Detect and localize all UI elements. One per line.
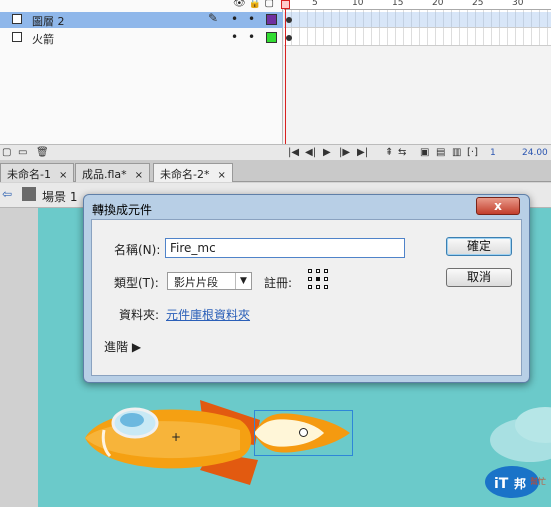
visibility-dot[interactable]: • [231, 12, 238, 26]
reg-point[interactable] [324, 285, 328, 289]
registration-label: 註冊: [264, 276, 293, 290]
dialog-title: 轉換成元件 [92, 203, 153, 217]
type-select[interactable]: 影片片段 ▼ [167, 272, 252, 290]
frame-row[interactable] [284, 12, 551, 28]
ruler-mark: 5 [312, 0, 318, 8]
document-tab-bar: 未命名-1 × 成品.fla* × 未命名-2* × [0, 160, 551, 182]
svg-text:邦: 邦 [514, 476, 526, 491]
keyframe[interactable] [286, 17, 292, 23]
reg-point[interactable] [308, 269, 312, 273]
svg-text:幫忙: 幫忙 [530, 476, 546, 486]
reg-point[interactable] [324, 277, 328, 281]
dialog-body: 名稱(N): 類型(T): 影片片段 ▼ 註冊: 資料夾: 元件庫根資料夾 進階… [91, 219, 522, 376]
lock-dot[interactable]: • [248, 12, 255, 26]
folder-link[interactable]: 元件庫根資料夾 [166, 306, 250, 323]
pencil-icon: ✎ [208, 11, 219, 25]
triangle-right-icon: ▶ [131, 340, 142, 354]
layer-color-swatch[interactable] [266, 32, 277, 43]
frame-grid[interactable] [284, 10, 551, 46]
transform-point-icon: + [171, 430, 182, 444]
tab-final-fla[interactable]: 成品.fla* × [75, 163, 151, 182]
reg-point[interactable] [316, 285, 320, 289]
name-label: 名稱(N): [114, 243, 161, 257]
close-button[interactable]: x [476, 197, 520, 215]
ruler-mark: 10 [352, 0, 364, 8]
chevron-down-icon[interactable]: ▼ [235, 273, 251, 289]
scene-label[interactable]: 場景 1 [42, 188, 77, 205]
frame-row[interactable] [284, 30, 551, 46]
reg-point[interactable] [308, 277, 312, 281]
reg-point[interactable] [324, 269, 328, 273]
timeline-panel: 👁 🔒 ▢ 圖層 2 ✎ • • 火箭 • • 5 10 15 20 25 30 [0, 0, 551, 160]
timeline-footer: ▢ ▭ 🗑 |◀ ◀| ▶ |▶ ▶| ⇞ ⇆ ▣ ▤ ▥ [·] 1 24.0… [0, 144, 551, 160]
layer-color-swatch[interactable] [266, 14, 277, 25]
ruler-mark: 15 [392, 0, 404, 8]
playhead-line [285, 0, 286, 160]
visibility-dot[interactable]: • [231, 30, 238, 44]
layer-icon [12, 32, 22, 42]
tab-label: 未命名-1 [7, 168, 51, 181]
onion-skin-icon[interactable]: ▣ [420, 147, 429, 158]
scene-icon [22, 187, 36, 201]
layer-icon [12, 14, 22, 24]
layer-name: 圖層 2 [32, 15, 65, 28]
watermark-logo: iT 邦 幫忙 [484, 464, 546, 500]
reg-point-selected[interactable] [316, 277, 320, 281]
ruler-mark: 25 [472, 0, 484, 8]
trash-icon[interactable]: 🗑 [36, 147, 49, 158]
tab-untitled-1[interactable]: 未命名-1 × [0, 163, 75, 182]
playhead-handle[interactable] [281, 0, 290, 9]
ok-button[interactable]: 確定 [446, 237, 512, 256]
last-frame-icon[interactable]: ▶| [357, 147, 368, 158]
cancel-button[interactable]: 取消 [446, 268, 512, 287]
edit-frames-icon[interactable]: ▥ [452, 147, 461, 158]
convert-to-symbol-dialog: 轉換成元件 x 名稱(N): 類型(T): 影片片段 ▼ 註冊: 資料夾: 元件… [83, 194, 530, 383]
first-frame-icon[interactable]: |◀ [288, 147, 299, 158]
loop-icon[interactable]: ⇆ [398, 147, 406, 158]
svg-text:iT: iT [494, 476, 509, 492]
reg-point[interactable] [308, 285, 312, 289]
pasteboard [0, 208, 38, 507]
rocket-graphic[interactable] [80, 390, 260, 490]
close-icon[interactable]: × [135, 170, 143, 181]
type-select-value: 影片片段 [174, 276, 218, 289]
next-frame-icon[interactable]: |▶ [339, 147, 350, 158]
keyframe[interactable] [286, 35, 292, 41]
tab-label: 未命名-2* [160, 168, 210, 181]
close-icon[interactable]: × [217, 170, 225, 181]
reg-point[interactable] [316, 269, 320, 273]
layer-row-2[interactable]: 火箭 • • [0, 30, 283, 46]
center-frame-icon[interactable]: ⇞ [385, 147, 393, 158]
current-frame: 1 [490, 148, 496, 158]
back-arrow-icon[interactable]: ⇦ [2, 187, 16, 201]
layer-header-icons[interactable]: 👁 🔒 ▢ [233, 0, 274, 9]
markers-icon[interactable]: [·] [467, 147, 478, 158]
lock-dot[interactable]: • [248, 30, 255, 44]
close-icon[interactable]: × [59, 170, 67, 181]
folder-label: 資料夾: [119, 308, 160, 322]
layers-panel: 👁 🔒 ▢ 圖層 2 ✎ • • 火箭 • • [0, 0, 283, 160]
play-icon[interactable]: ▶ [323, 147, 331, 158]
new-layer-icon[interactable]: ▢ [2, 147, 11, 158]
new-folder-icon[interactable]: ▭ [18, 147, 27, 158]
ruler-mark: 20 [432, 0, 444, 8]
tab-untitled-2[interactable]: 未命名-2* × [153, 163, 233, 182]
frame-rate: 24.00 [522, 148, 548, 158]
layer-name: 火箭 [32, 33, 54, 46]
frame-ruler[interactable]: 5 10 15 20 25 30 [284, 0, 551, 10]
name-field[interactable] [165, 238, 405, 258]
prev-frame-icon[interactable]: ◀| [305, 147, 316, 158]
type-label: 類型(T): [114, 276, 159, 290]
tab-label: 成品.fla* [82, 168, 127, 181]
advanced-label: 進階 [104, 340, 129, 354]
registration-grid[interactable] [308, 269, 330, 291]
ruler-mark: 30 [512, 0, 524, 8]
onion-outline-icon[interactable]: ▤ [436, 147, 445, 158]
advanced-toggle[interactable]: 進階 ▶ [104, 338, 141, 355]
registration-point [299, 428, 308, 437]
layer-row-1[interactable]: 圖層 2 ✎ • • [0, 11, 283, 28]
